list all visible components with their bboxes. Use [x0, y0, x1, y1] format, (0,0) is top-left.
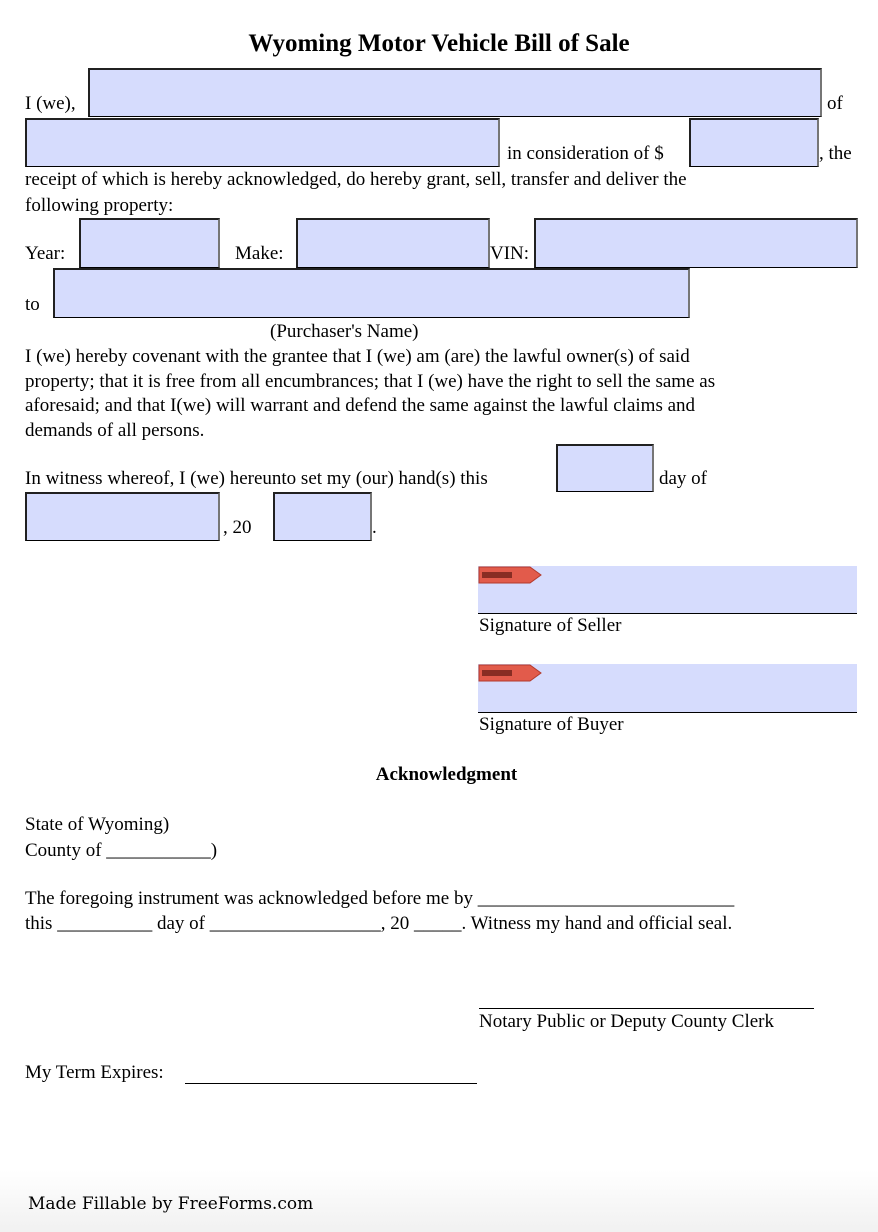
vin-label: VIN: — [490, 243, 530, 264]
sign-here-icon — [478, 664, 542, 682]
acknowledgment-date-line: this __________ day of _________________… — [25, 913, 733, 934]
to-label: to — [25, 294, 40, 315]
buyer-signature-label: Signature of Buyer — [479, 714, 624, 735]
seller-address-field[interactable] — [25, 118, 500, 167]
sign-here-icon — [478, 566, 542, 584]
covenant-paragraph: I (we) hereby covenant with the grantee … — [25, 345, 715, 443]
covenant-line: I (we) hereby covenant with the grantee … — [25, 346, 690, 367]
make-label: Make: — [235, 243, 284, 264]
term-expires-label: My Term Expires: — [25, 1062, 164, 1083]
witness-text: In witness whereof, I (we) hereunto set … — [25, 468, 488, 489]
footer-bar: Made Fillable by FreeForms.com — [0, 1170, 878, 1232]
purchaser-name-caption: (Purchaser's Name) — [270, 321, 419, 342]
day-of-label: day of — [659, 468, 708, 489]
acknowledgment-heading: Acknowledgment — [375, 764, 518, 785]
covenant-line: demands of all persons. — [25, 419, 205, 441]
footer-credit: Made Fillable by FreeForms.com — [28, 1194, 314, 1214]
year-prefix-label: , 20 — [223, 517, 252, 538]
witness-day-field[interactable] — [556, 444, 654, 492]
covenant-line: aforesaid; and that I(we) will warrant a… — [25, 395, 696, 416]
notary-label: Notary Public or Deputy County Clerk — [479, 1011, 774, 1032]
vin-field[interactable] — [534, 218, 858, 268]
notary-signature-line — [479, 1008, 814, 1009]
of-label: of — [827, 93, 843, 114]
consideration-label: in consideration of $ — [507, 143, 664, 164]
i-we-label: I (we), — [25, 93, 76, 114]
covenant-line: property; that it is free from all encum… — [25, 370, 716, 392]
the-label: , the — [819, 143, 852, 164]
period: . — [372, 517, 377, 538]
seller-name-field[interactable] — [88, 68, 822, 117]
county-line: County of ___________) — [25, 840, 218, 861]
term-expires-line — [185, 1083, 477, 1084]
document-title: Wyoming Motor Vehicle Bill of Sale — [248, 30, 630, 57]
make-field[interactable] — [296, 218, 490, 268]
amount-field[interactable] — [689, 118, 819, 167]
foregoing-line: The foregoing instrument was acknowledge… — [25, 888, 735, 909]
receipt-text-line2: following property: — [25, 195, 174, 216]
receipt-text-line1: receipt of which is hereby acknowledged,… — [25, 169, 687, 190]
witness-year-field[interactable] — [273, 492, 372, 541]
seller-signature-label: Signature of Seller — [479, 615, 622, 636]
year-label: Year: — [25, 243, 66, 264]
year-field[interactable] — [79, 218, 220, 268]
witness-month-field[interactable] — [25, 492, 220, 541]
purchaser-name-field[interactable] — [53, 268, 690, 318]
state-line: State of Wyoming) — [25, 814, 170, 835]
